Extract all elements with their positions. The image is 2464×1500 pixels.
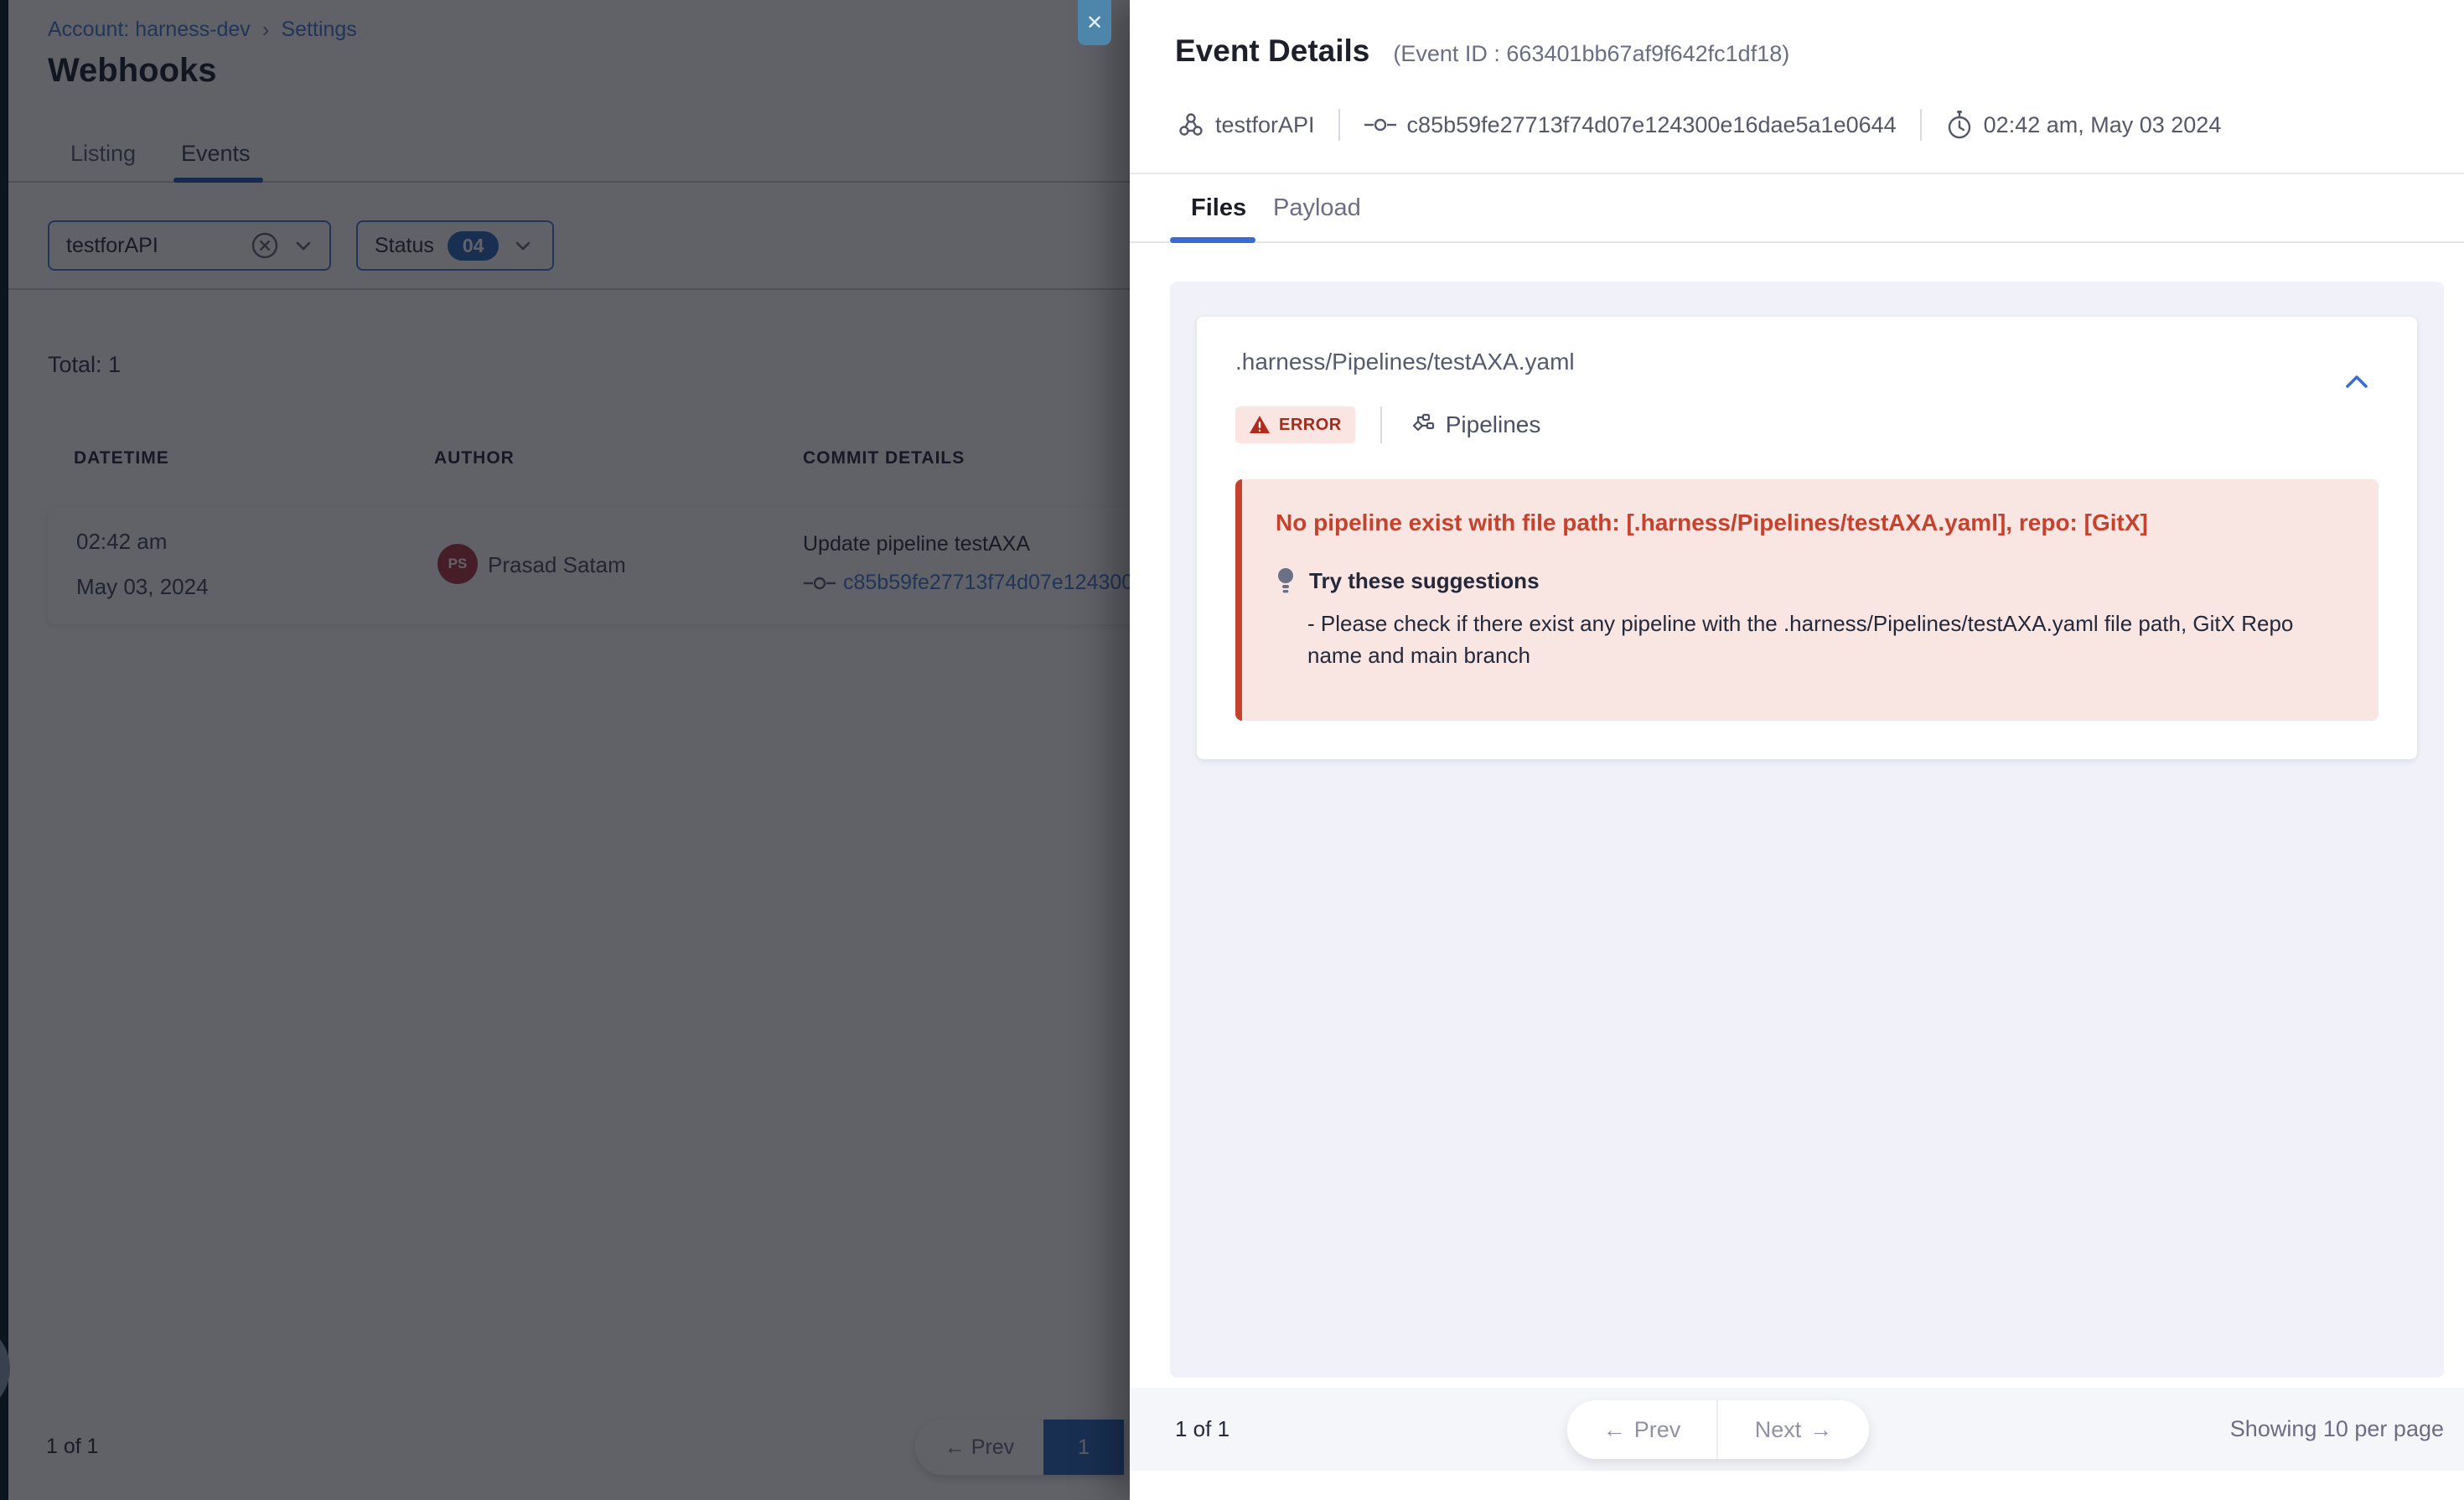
- drawer-title: Event Details: [1175, 34, 1369, 69]
- event-details-drawer: ✕ Event Details (Event ID : 663401bb67af…: [1130, 0, 2464, 1500]
- error-badge-label: ERROR: [1279, 416, 1342, 435]
- error-message-box: No pipeline exist with file path: [.harn…: [1235, 479, 2379, 721]
- error-status-badge: ERROR: [1235, 406, 1355, 443]
- webhook-icon: [1177, 111, 1205, 139]
- lightbulb-icon: [1276, 566, 1296, 595]
- file-card: .harness/Pipelines/testAXA.yaml ERROR: [1197, 317, 2417, 759]
- close-icon: ✕: [1086, 11, 1103, 35]
- commit-icon: [1364, 116, 1397, 133]
- meta-commit-hash: c85b59fe27713f74d07e124300e16dae5a1e0644: [1407, 112, 1897, 138]
- footer-page-summary: 1 of 1: [1175, 1416, 1229, 1442]
- files-tab-content: .harness/Pipelines/testAXA.yaml ERROR: [1170, 282, 2444, 1378]
- tab-payload[interactable]: Payload: [1273, 194, 1361, 222]
- drawer-footer: 1 of 1 ← Prev Next → Showing 10 per page: [1130, 1388, 2464, 1471]
- divider: [1920, 109, 1922, 141]
- pipelines-icon: [1407, 411, 1436, 439]
- arrow-left-icon: ←: [1603, 1417, 1626, 1443]
- event-id-text: (Event ID : 663401bb67af9f642fc1df18): [1393, 41, 1789, 67]
- meta-datetime: 02:42 am, May 03 2024: [1984, 112, 2222, 138]
- collapse-card-button[interactable]: [2338, 364, 2375, 401]
- file-status-row: ERROR Pipelines: [1235, 404, 2379, 446]
- suggestions-header: Try these suggestions: [1276, 566, 2345, 595]
- event-meta-row: testforAPI c85b59fe27713f74d07e124300e16…: [1177, 106, 2221, 144]
- entity-type: Pipelines: [1407, 411, 1541, 439]
- prev-button[interactable]: ← Prev: [1567, 1400, 1718, 1459]
- pager-buttons: ← Prev Next →: [1567, 1400, 1869, 1459]
- divider: [1380, 406, 1382, 443]
- meta-webhook-name: testforAPI: [1215, 112, 1315, 138]
- next-label: Next: [1755, 1417, 1802, 1443]
- warning-triangle-icon: [1249, 415, 1271, 435]
- suggestions-body: - Please check if there exist any pipeli…: [1307, 608, 2345, 671]
- entity-label: Pipelines: [1446, 411, 1541, 438]
- tab-files[interactable]: Files: [1191, 194, 1246, 222]
- divider: [1338, 109, 1340, 141]
- per-page-label: Showing 10 per page: [2230, 1416, 2444, 1442]
- next-button[interactable]: Next →: [1718, 1400, 1869, 1459]
- error-title: No pipeline exist with file path: [.harn…: [1276, 509, 2345, 536]
- drawer-tabs: Files Payload: [1130, 174, 2464, 243]
- clock-icon: [1945, 110, 1974, 140]
- active-tab-underline: [1170, 237, 1255, 243]
- close-drawer-button[interactable]: ✕: [1078, 0, 1111, 45]
- arrow-right-icon: →: [1809, 1417, 1832, 1443]
- chevron-up-icon: [2342, 372, 2371, 392]
- prev-label: Prev: [1634, 1417, 1681, 1443]
- drawer-header: Event Details (Event ID : 663401bb67af9f…: [1175, 34, 1789, 69]
- file-path: .harness/Pipelines/testAXA.yaml: [1235, 349, 2379, 375]
- suggestions-title: Try these suggestions: [1309, 568, 1540, 594]
